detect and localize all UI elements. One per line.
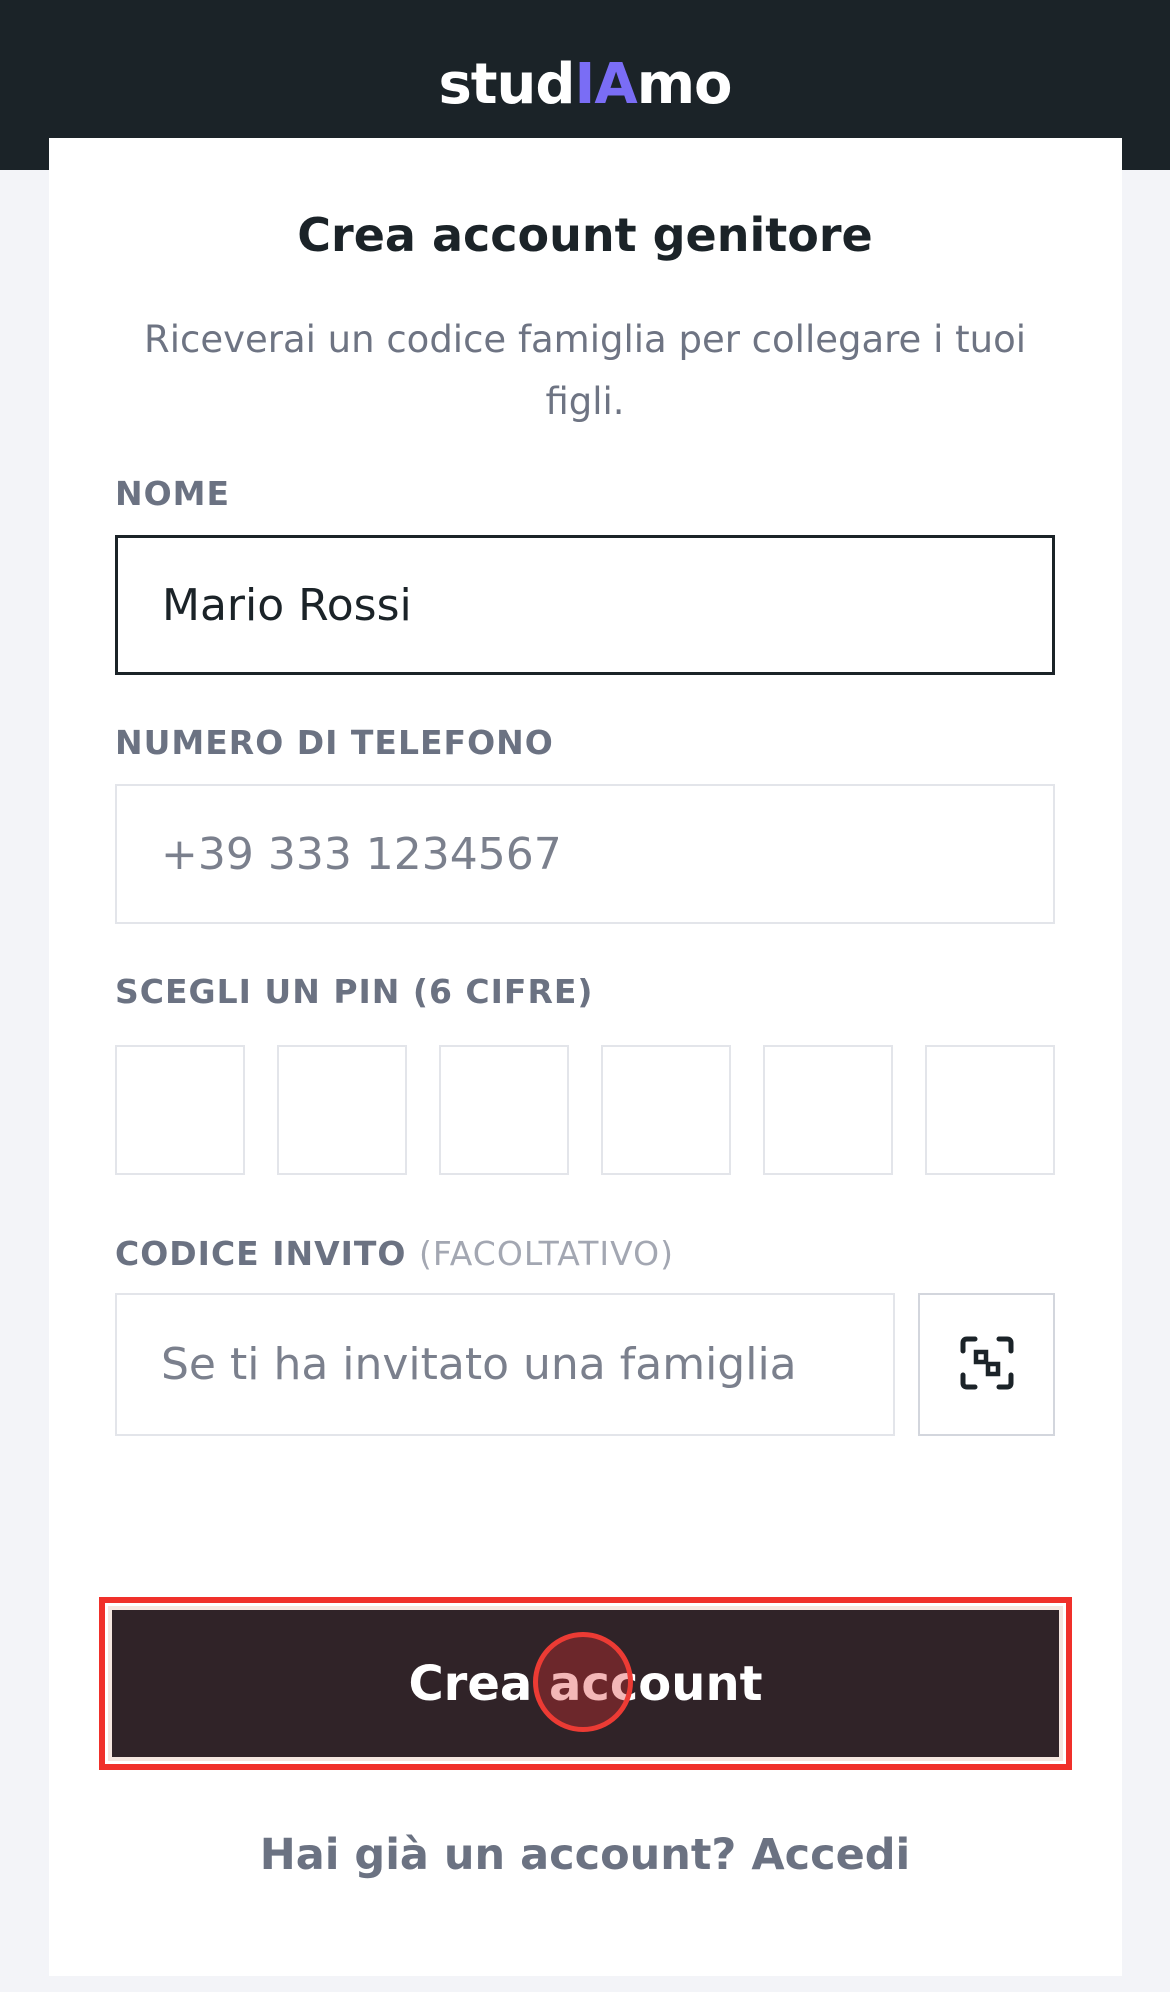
name-field-value: Mario Rossi bbox=[162, 579, 412, 631]
invite-label-text: CODICE INVITO bbox=[115, 1234, 407, 1273]
name-field[interactable]: Mario Rossi bbox=[115, 535, 1055, 675]
invite-code-placeholder: Se ti ha invitato una famiglia bbox=[161, 1339, 797, 1390]
pin-digit-1[interactable] bbox=[115, 1045, 245, 1175]
pin-digit-4[interactable] bbox=[601, 1045, 731, 1175]
page-subtitle: Riceverai un codice famiglia per collega… bbox=[144, 318, 1026, 423]
pin-digit-6[interactable] bbox=[925, 1045, 1055, 1175]
pin-digit-2[interactable] bbox=[277, 1045, 407, 1175]
pin-digit-5[interactable] bbox=[763, 1045, 893, 1175]
invite-label: CODICE INVITO (FACOLTATIVO) bbox=[115, 1234, 674, 1274]
click-marker bbox=[533, 1632, 633, 1732]
pin-digit-3[interactable] bbox=[439, 1045, 569, 1175]
logo-text-end: mo bbox=[636, 52, 733, 117]
app-logo: studIAmo bbox=[0, 50, 1170, 120]
login-link[interactable]: Hai già un account? Accedi bbox=[0, 1820, 1170, 1890]
page-title: Crea account genitore bbox=[297, 208, 873, 262]
logo-text-accent: IA bbox=[574, 52, 638, 117]
pin-label: SCEGLI UN PIN (6 CIFRE) bbox=[115, 972, 594, 1011]
name-label: NOME bbox=[115, 474, 231, 513]
phone-field[interactable]: +39 333 1234567 bbox=[115, 784, 1055, 924]
scan-code-button[interactable] bbox=[918, 1293, 1055, 1436]
phone-label: NUMERO DI TELEFONO bbox=[115, 723, 554, 762]
phone-field-placeholder: +39 333 1234567 bbox=[161, 828, 562, 880]
invite-optional-text: (FACOLTATIVO) bbox=[418, 1234, 675, 1273]
invite-code-field[interactable]: Se ti ha invitato una famiglia bbox=[115, 1293, 895, 1436]
qr-scan-icon bbox=[959, 1335, 1015, 1395]
logo-text-start: stud bbox=[438, 52, 575, 117]
